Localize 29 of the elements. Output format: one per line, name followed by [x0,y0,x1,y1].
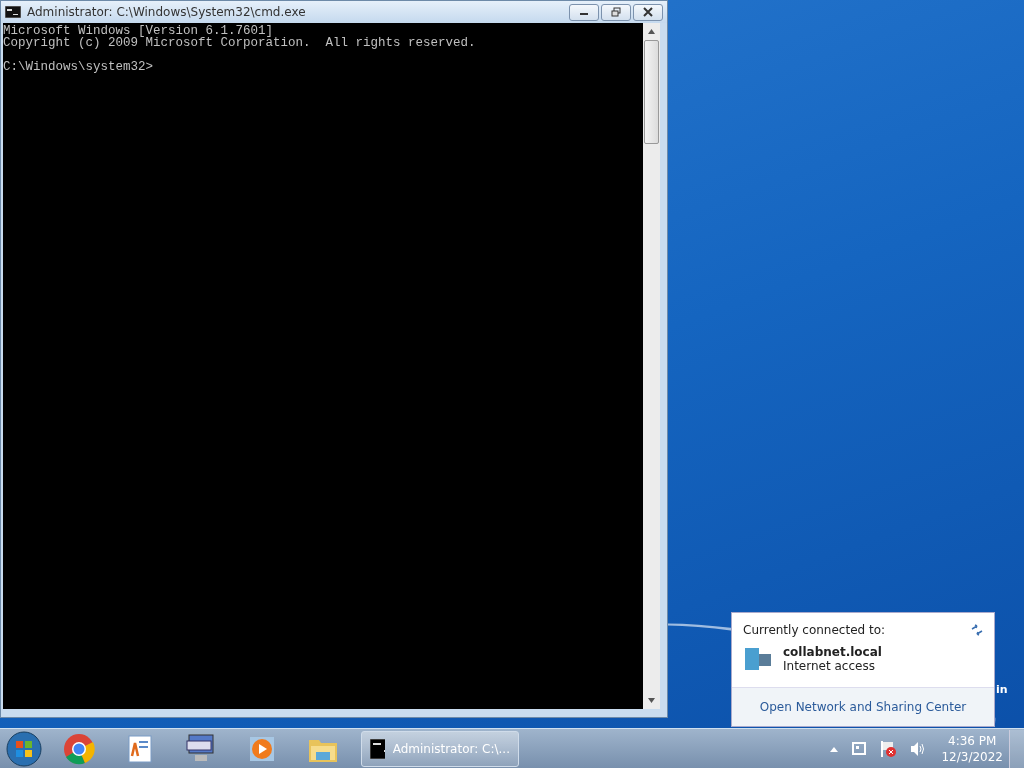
window-title: Administrator: C:\Windows\System32\cmd.exe [27,5,307,19]
document-icon[interactable] [126,733,153,764]
minimize-button[interactable] [569,3,599,21]
restore-button[interactable] [601,3,631,21]
chrome-icon[interactable] [62,732,95,765]
console-icon [370,738,385,759]
popup-heading: Currently connected to: [743,623,886,637]
taskbar-console-button[interactable]: Administrator: C:\... [361,730,519,767]
access-status: Internet access [783,659,876,673]
scroll-thumb[interactable] [644,40,659,144]
network-tray-icon[interactable] [851,739,868,758]
network-name: collabnet.local [783,645,882,659]
start-button[interactable] [6,730,42,767]
flag-error-icon[interactable] [879,739,898,758]
clock[interactable]: 4:36 PM 12/3/2022 [941,732,1003,765]
restore-icon [611,7,621,17]
console-prompt: C:\Windows\system32> [3,61,154,73]
console-line: Microsoft Windows [Version 6.1.7601] [3,25,274,37]
scroll-down-icon[interactable] [648,698,655,703]
desktop-text: in [996,683,1008,696]
console-icon [5,6,21,18]
refresh-icon[interactable] [970,624,984,636]
console-line: Copyright (c) 2009 Microsoft Corporation. All rights reserved. [3,37,476,49]
scroll-up-icon[interactable] [648,29,655,34]
clock-date: 12/3/2022 [941,748,1003,765]
close-icon [643,7,653,17]
scrollbar[interactable] [643,23,660,709]
clock-time: 4:36 PM [948,732,997,749]
close-button[interactable] [633,3,663,21]
